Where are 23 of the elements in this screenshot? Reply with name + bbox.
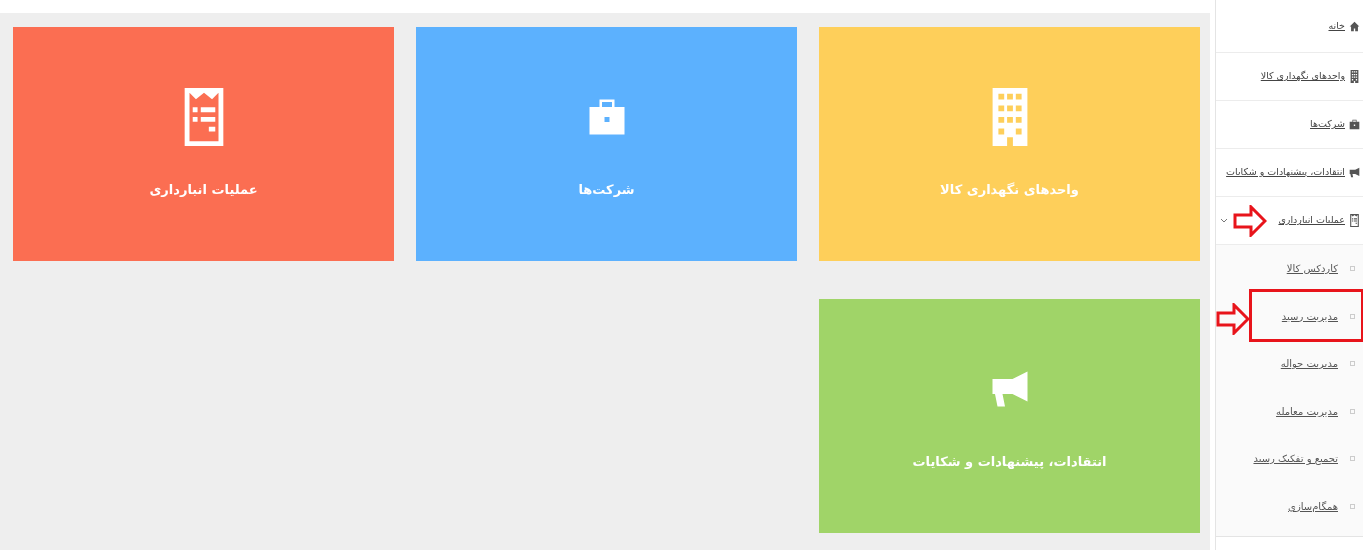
bullet-icon bbox=[1350, 266, 1355, 272]
building-icon bbox=[1349, 70, 1360, 83]
sidebar-item[interactable]: خانه bbox=[1216, 0, 1363, 53]
submenu-item[interactable]: کاردکس کالا bbox=[1216, 245, 1363, 293]
receipt-icon bbox=[183, 88, 224, 147]
arrow-annotation bbox=[1216, 302, 1250, 335]
megaphone-icon bbox=[1349, 166, 1360, 179]
sidebar-item[interactable]: انتقادات، پیشنهادات و شکایات bbox=[1216, 149, 1363, 197]
receipt-icon bbox=[1349, 214, 1360, 227]
bullet-icon bbox=[1350, 503, 1355, 509]
briefcase-icon bbox=[1349, 118, 1360, 131]
submenu-item[interactable]: مدیریت معامله bbox=[1216, 387, 1363, 435]
submenu-item[interactable]: مدیریت رسید bbox=[1216, 292, 1363, 340]
bullet-icon bbox=[1350, 408, 1355, 414]
bullet-icon bbox=[1350, 361, 1355, 367]
bullet-icon bbox=[1350, 456, 1355, 462]
submenu-item[interactable]: همگام‌سازی bbox=[1216, 482, 1363, 530]
bullet-icon bbox=[1350, 313, 1355, 319]
sidebar-item[interactable]: شرکت‌ها bbox=[1216, 101, 1363, 149]
home-icon bbox=[1349, 19, 1360, 33]
sidebar-item[interactable]: واحدهای نگهداری کالا bbox=[1216, 53, 1363, 101]
submenu-item[interactable]: تجمیع و تفکیک رسید bbox=[1216, 435, 1363, 483]
submenu-item[interactable]: مدیریت حواله bbox=[1216, 340, 1363, 388]
